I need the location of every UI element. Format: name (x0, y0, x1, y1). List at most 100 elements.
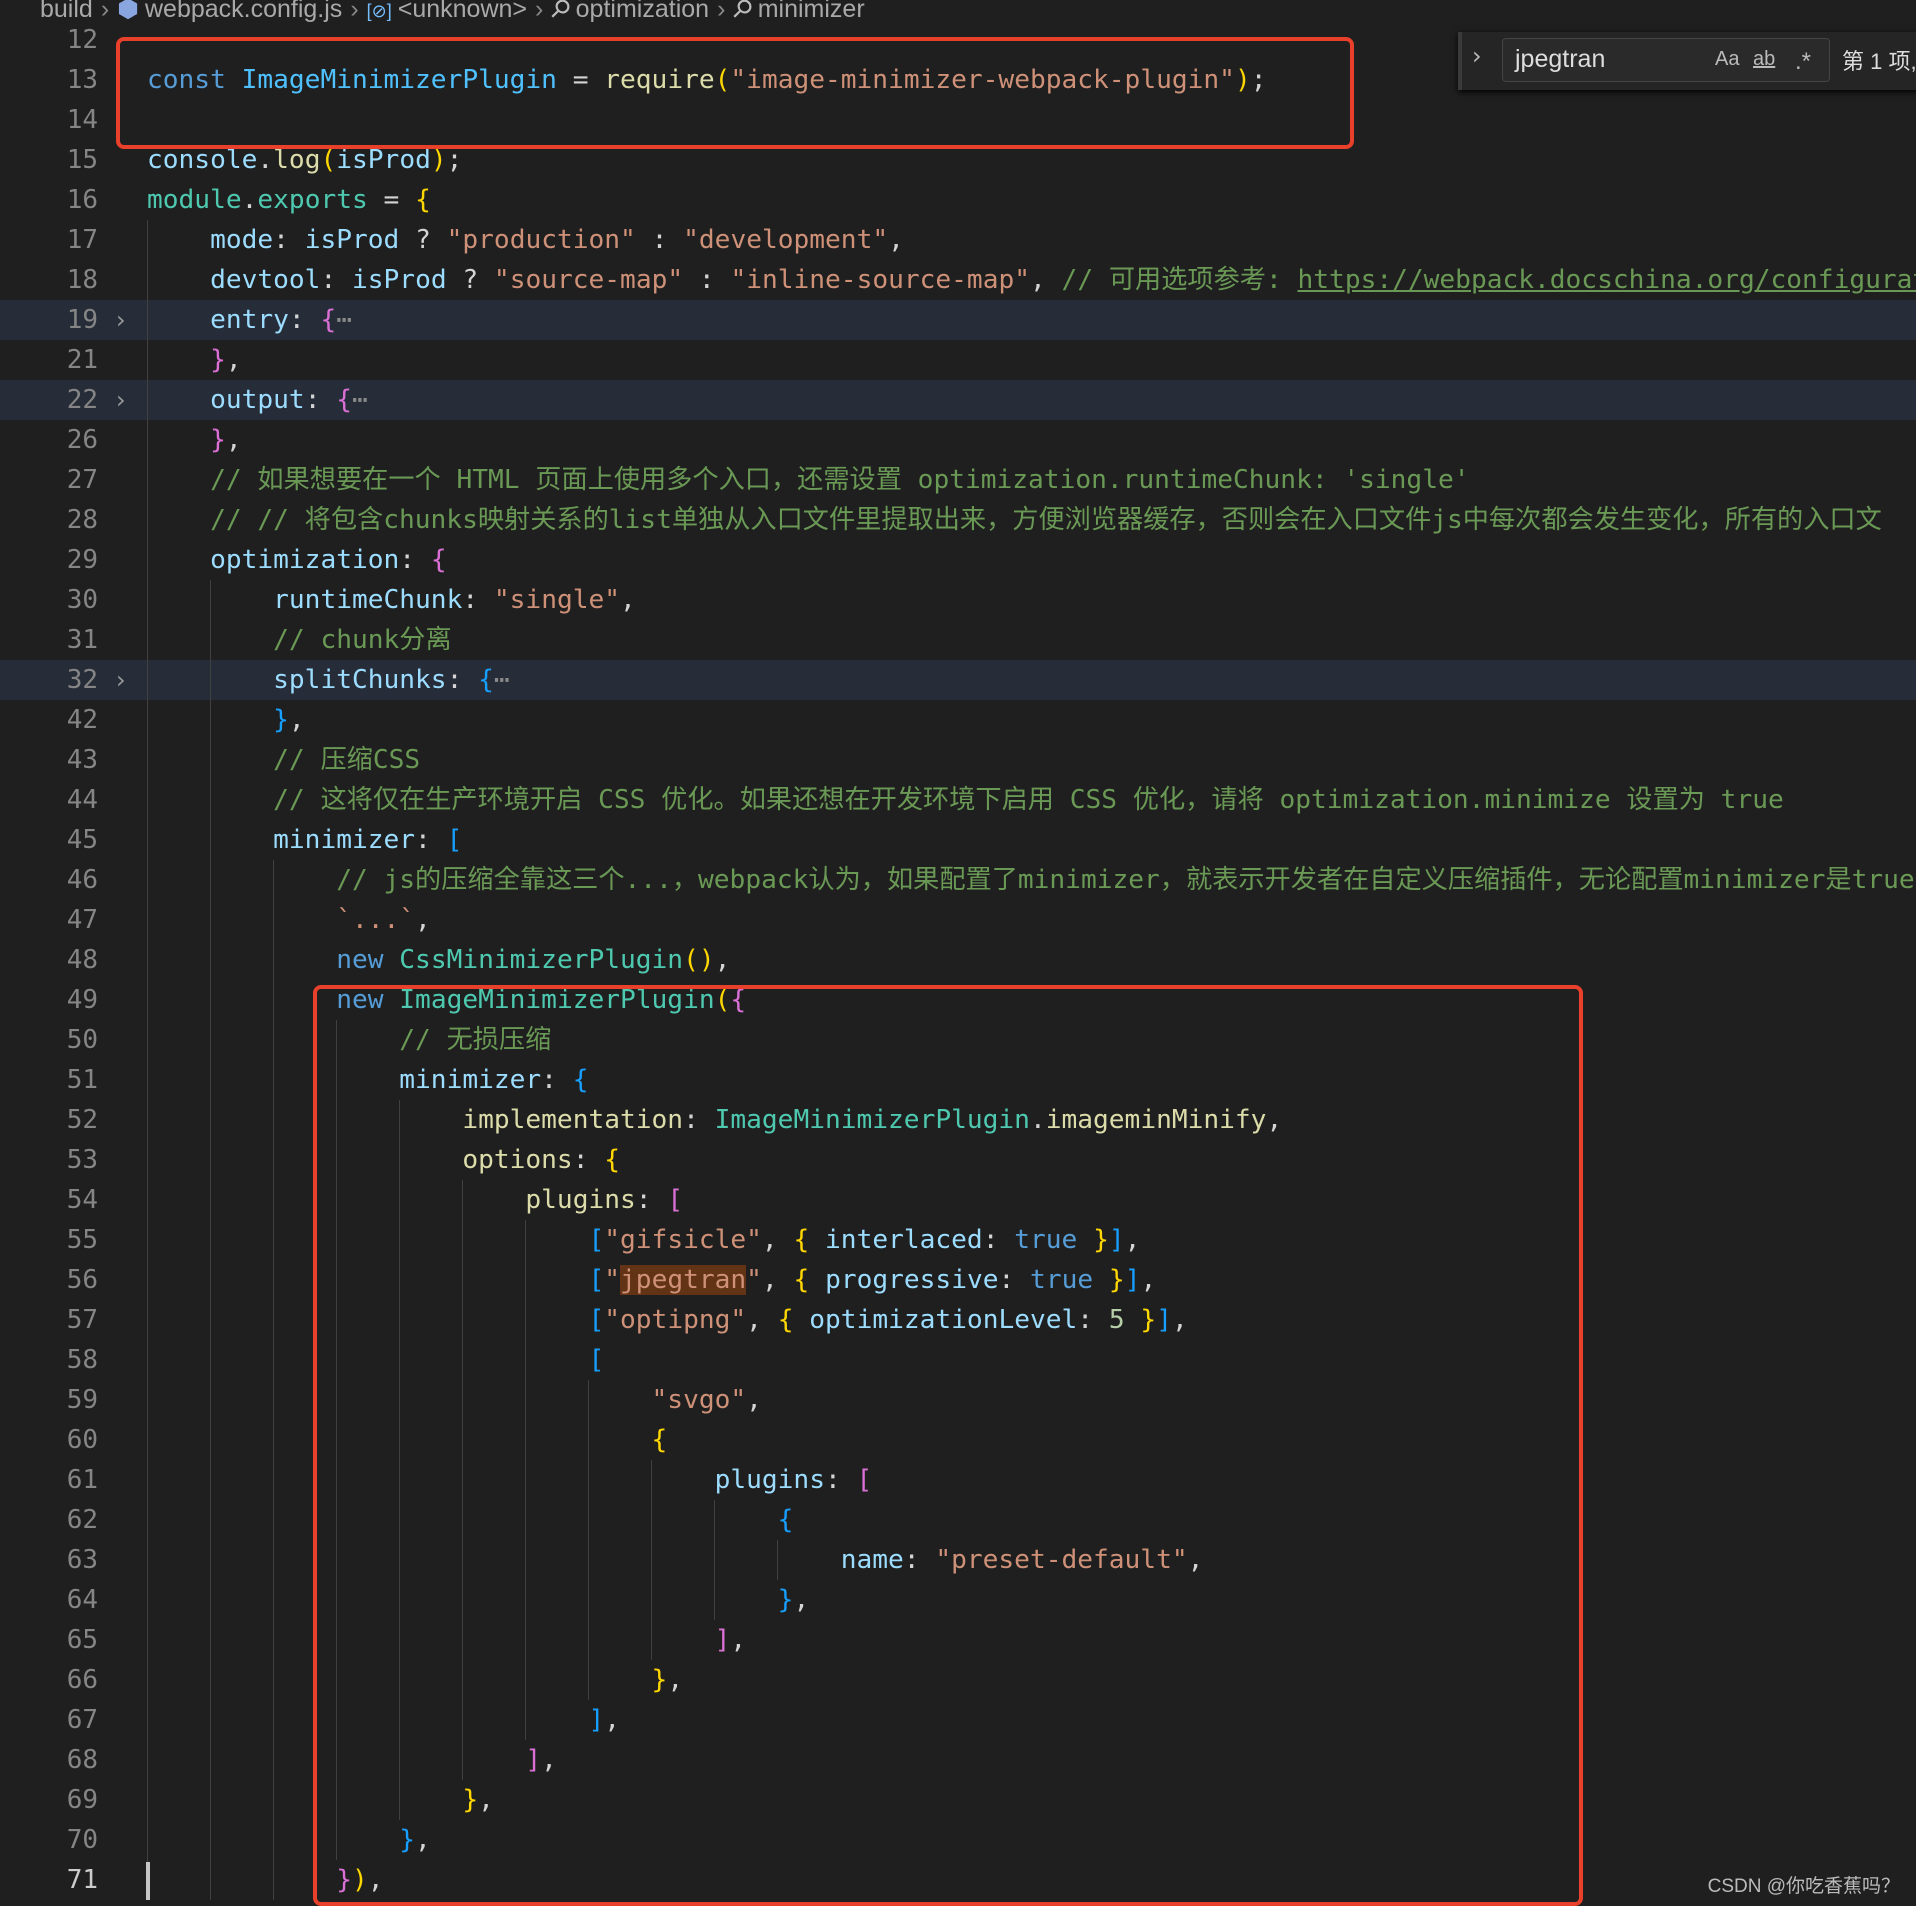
comment-link[interactable]: https://webpack.docschina.org/configurat… (1298, 265, 1916, 295)
code-line[interactable]: 26 }, (0, 420, 1916, 460)
code-text: implementation: ImageMinimizerPlugin.ima… (147, 1100, 1916, 1140)
code-token: = (367, 185, 416, 215)
code-line[interactable]: 56 ["jpegtran", { progressive: true }], (0, 1260, 1916, 1300)
code-line[interactable]: 21 }, (0, 340, 1916, 380)
fold-chevron-icon[interactable]: › (116, 300, 126, 340)
code-line[interactable]: 60 { (0, 1420, 1916, 1460)
code-line[interactable]: 55 ["gifsicle", { interlaced: true }], (0, 1220, 1916, 1260)
code-token[interactable]: ⋯ (494, 665, 510, 695)
match-count: 第 1 项, (1842, 49, 1916, 74)
code-token: : (320, 265, 352, 295)
code-text: "svgo", (147, 1380, 1916, 1420)
code-line[interactable]: 46 // js的压缩全靠这三个...，webpack认为，如果配置了minim… (0, 860, 1916, 900)
code-token: [ (588, 1225, 605, 1255)
code-line[interactable]: 63 name: "preset-default", (0, 1540, 1916, 1580)
code-token: true (1014, 1225, 1078, 1255)
code-line[interactable]: 15 console.log(isProd); (0, 140, 1916, 180)
code-line[interactable]: 44 // 这将仅在生产环境开启 CSS 优化。如果还想在开发环境下启用 CSS… (0, 780, 1916, 820)
code-token: progressive (825, 1265, 999, 1295)
code-line[interactable]: 28 // // 将包含chunks映射关系的list单独从入口文件里提取出来，… (0, 500, 1916, 540)
code-line[interactable]: 47 `...`, (0, 900, 1916, 940)
code-line[interactable]: 22 › output: {⋯ (0, 380, 1916, 420)
code-line[interactable]: 14 (0, 100, 1916, 140)
code-line[interactable]: 53 options: { (0, 1140, 1916, 1180)
code-line[interactable]: 62 { (0, 1500, 1916, 1540)
code-line[interactable]: 49 new ImageMinimizerPlugin({ (0, 980, 1916, 1020)
code-token: "single" (493, 585, 621, 615)
code-token: { (793, 1225, 810, 1255)
code-token: [ (856, 1465, 873, 1495)
code-token: , (1187, 1545, 1204, 1575)
code-line[interactable]: 19 › entry: {⋯ (0, 300, 1916, 340)
code-line[interactable]: 17 mode: isProd ? "production" : "develo… (0, 220, 1916, 260)
code-token: plugins (525, 1185, 636, 1215)
text-cursor (146, 1862, 150, 1900)
code-line[interactable]: 70 }, (0, 1820, 1916, 1860)
code-line[interactable]: 45 minimizer: [ (0, 820, 1916, 860)
code-token: , (714, 945, 731, 975)
code-line[interactable]: 64 }, (0, 1580, 1916, 1620)
code-token: // 如果想要在一个 HTML 页面上使用多个入口，还需设置 optimizat… (210, 465, 1470, 495)
code-token: "development" (683, 225, 889, 255)
fold-chevron-icon[interactable]: › (116, 660, 126, 700)
code-token: , (367, 1865, 384, 1895)
code-token: ] (1108, 1225, 1125, 1255)
line-number: 31 (66, 625, 98, 655)
code-text: ["gifsicle", { interlaced: true }], (147, 1220, 1916, 1260)
code-line[interactable]: 50 // 无损压缩 (0, 1020, 1916, 1060)
code-token: module (147, 185, 242, 215)
code-token: . (241, 185, 258, 215)
code-line[interactable]: 67 ], (0, 1700, 1916, 1740)
code-line[interactable]: 31 // chunk分离 (0, 620, 1916, 660)
find-input-value[interactable]: jpegtran (1515, 45, 1605, 74)
find-input[interactable]: jpegtran Aa ab .* (1502, 38, 1830, 82)
code-line[interactable]: 59 "svgo", (0, 1380, 1916, 1420)
regex-icon[interactable]: .* (1795, 48, 1811, 76)
code-line[interactable]: 57 ["optipng", { optimizationLevel: 5 }]… (0, 1300, 1916, 1340)
code-line[interactable]: 54 plugins: [ (0, 1180, 1916, 1220)
code-token: ImageMinimizerPlugin (241, 65, 557, 95)
code-text: mode: isProd ? "production" : "developme… (147, 220, 1916, 260)
code-token: , (888, 225, 904, 255)
code-line[interactable]: 29 optimization: { (0, 540, 1916, 580)
code-line[interactable]: 18 devtool: isProd ? "source-map" : "inl… (0, 260, 1916, 300)
code-line[interactable]: 65 ], (0, 1620, 1916, 1660)
code-line[interactable]: 32 › splitChunks: {⋯ (0, 660, 1916, 700)
code-token: // 这将仅在生产环境开启 CSS 优化。如果还想在开发环境下启用 CSS 优化… (273, 785, 1784, 815)
code-token: , (620, 585, 636, 615)
line-number: 69 (66, 1785, 98, 1815)
whole-word-icon[interactable]: ab (1753, 48, 1775, 71)
code-token[interactable]: ⋯ (336, 305, 352, 335)
code-line[interactable]: 52 implementation: ImageMinimizerPlugin.… (0, 1100, 1916, 1140)
code-line[interactable]: 42 }, (0, 700, 1916, 740)
code-token: interlaced (825, 1225, 983, 1255)
code-line[interactable]: 69 }, (0, 1780, 1916, 1820)
toggle-replace-chevron-icon[interactable]: › (1472, 42, 1482, 70)
match-case-icon[interactable]: Aa (1715, 48, 1739, 71)
code-line[interactable]: 48 new CssMinimizerPlugin(), (0, 940, 1916, 980)
line-number: 47 (66, 905, 98, 935)
code-token: , (541, 1745, 557, 1775)
code-text: splitChunks: {⋯ (147, 660, 1916, 700)
code-line[interactable]: 61 plugins: [ (0, 1460, 1916, 1500)
code-token: optimizationLevel (809, 1305, 1078, 1335)
line-number: 54 (66, 1185, 98, 1215)
code-line[interactable]: 68 ], (0, 1740, 1916, 1780)
code-line[interactable]: 58 [ (0, 1340, 1916, 1380)
code-line[interactable]: 30 runtimeChunk: "single", (0, 580, 1916, 620)
code-token: const (147, 65, 242, 95)
code-line[interactable]: 27 // 如果想要在一个 HTML 页面上使用多个入口，还需设置 optimi… (0, 460, 1916, 500)
code-line[interactable]: 43 // 压缩CSS (0, 740, 1916, 780)
code-token: { (777, 1305, 794, 1335)
code-line[interactable]: 51 minimizer: { (0, 1060, 1916, 1100)
line-number: 53 (66, 1145, 98, 1175)
fold-chevron-icon[interactable]: › (116, 380, 126, 420)
code-text: plugins: [ (147, 1180, 1916, 1220)
code-line[interactable]: 16 module.exports = { (0, 180, 1916, 220)
code-line[interactable]: 71 }), (0, 1860, 1916, 1900)
code-line[interactable]: 66 }, (0, 1660, 1916, 1700)
code-token[interactable]: ⋯ (352, 385, 368, 415)
